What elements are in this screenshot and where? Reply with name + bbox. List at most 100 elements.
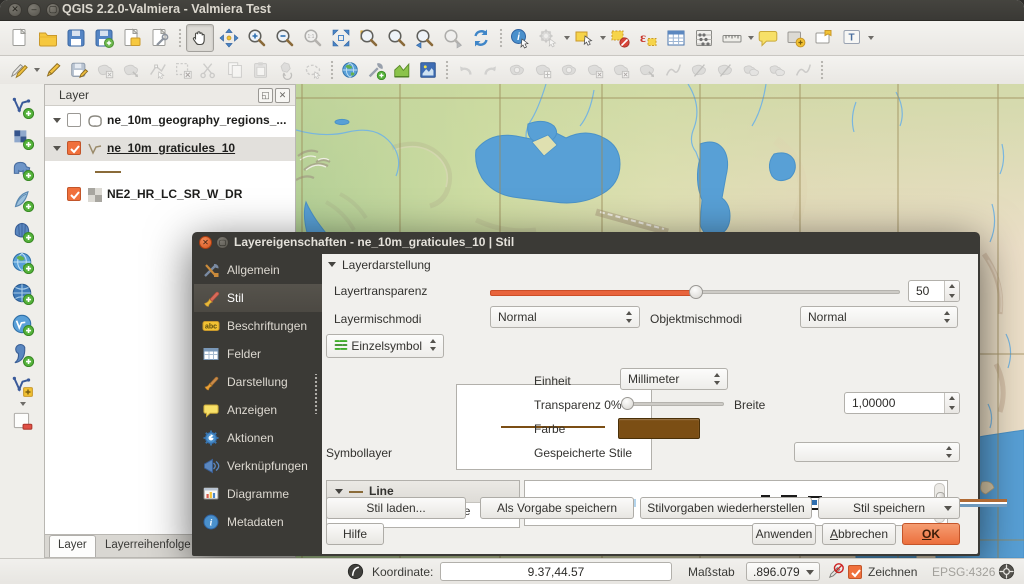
spin-buttons[interactable]	[944, 281, 959, 301]
dialog-tab-darstellung[interactable]: Darstellung	[194, 368, 322, 396]
dialog-tab-metadaten[interactable]: iMetadaten	[194, 508, 322, 536]
pan-to-selection-icon[interactable]	[216, 25, 242, 51]
dialog-tab-felder[interactable]: Felder	[194, 340, 322, 368]
layer-checkbox[interactable]	[67, 141, 81, 155]
collapse-arrow-icon[interactable]	[328, 262, 336, 267]
dialog-tab-diagramme[interactable]: Diagramme	[194, 480, 322, 508]
reshape-features-icon[interactable]	[635, 59, 659, 82]
dialog-titlebar[interactable]: ✕ ▢ Layereigenschaften - ne_10m_graticul…	[192, 232, 980, 254]
copy-features-icon[interactable]	[223, 59, 247, 82]
plugin-installer-icon[interactable]	[364, 59, 388, 82]
zoom-last-icon[interactable]	[412, 25, 438, 51]
composer-manager-icon[interactable]	[147, 25, 173, 51]
offset-curve-icon[interactable]	[661, 59, 685, 82]
new-project-icon[interactable]	[7, 25, 33, 51]
new-composer-icon[interactable]	[119, 25, 145, 51]
add-wms-layer-icon[interactable]	[7, 247, 37, 277]
select-features-icon[interactable]	[571, 25, 597, 51]
dialog-tab-verknpfungen[interactable]: Verknüpfungen	[194, 452, 322, 480]
layer-label[interactable]: ne_10m_geography_regions_...	[107, 113, 286, 127]
dropdown-arrow-icon[interactable]	[34, 68, 40, 72]
color-swatch-button[interactable]	[618, 418, 700, 439]
layer-label[interactable]: NE2_HR_LC_SR_W_DR	[107, 187, 242, 201]
profile-tool-icon[interactable]	[390, 59, 414, 82]
save-project-as-icon[interactable]	[91, 25, 117, 51]
raster-tools-icon[interactable]	[416, 59, 440, 82]
field-calculator-icon[interactable]	[691, 25, 717, 51]
dropdown-arrow-icon[interactable]	[564, 36, 570, 40]
rotate-point-symbols-icon[interactable]	[791, 59, 815, 82]
panel-close-icon[interactable]: ✕	[275, 88, 290, 103]
add-postgis-layer-icon[interactable]	[7, 154, 37, 184]
text-annotation-icon[interactable]: T	[839, 25, 865, 51]
map-tips-icon[interactable]	[755, 25, 781, 51]
renderer-type-combo[interactable]: Einzelsymbol	[326, 334, 444, 358]
move-feature-icon[interactable]	[119, 59, 143, 82]
cut-features-icon[interactable]	[197, 59, 221, 82]
layer-transparency-spinbox[interactable]: 50	[908, 280, 960, 302]
collapse-arrow-icon[interactable]	[335, 489, 343, 494]
add-vector-layer-icon[interactable]	[7, 92, 37, 122]
zoom-native-icon[interactable]: 1:1	[300, 25, 326, 51]
layer-checkbox[interactable]	[67, 187, 81, 201]
rotate-feature-icon[interactable]	[275, 59, 299, 82]
zoom-out-icon[interactable]	[272, 25, 298, 51]
show-bookmarks-icon[interactable]	[811, 25, 837, 51]
web-plugin-icon[interactable]	[338, 59, 362, 82]
open-project-icon[interactable]	[35, 25, 61, 51]
feature-blend-combo[interactable]: Normal	[800, 306, 958, 328]
refresh-map-icon[interactable]	[468, 25, 494, 51]
add-raster-layer-icon[interactable]	[7, 123, 37, 153]
add-mssql-layer-icon[interactable]	[7, 216, 37, 246]
layer-row-ne2-raster[interactable]: NE2_HR_LC_SR_W_DR	[45, 183, 295, 207]
merge-features-icon[interactable]	[739, 59, 763, 82]
dialog-close-icon[interactable]: ✕	[199, 236, 212, 249]
fill-ring-icon[interactable]	[557, 59, 581, 82]
zoom-in-icon[interactable]	[244, 25, 270, 51]
help-button[interactable]: Hilfe	[326, 523, 384, 545]
remove-layer-icon[interactable]	[7, 406, 37, 436]
zoom-to-layer-icon[interactable]	[384, 25, 410, 51]
add-ring-icon[interactable]	[505, 59, 529, 82]
window-close-icon[interactable]: ✕	[8, 3, 22, 17]
split-parts-icon[interactable]	[713, 59, 737, 82]
zoom-next-icon[interactable]	[440, 25, 466, 51]
map-extents-icon[interactable]	[346, 562, 365, 581]
render-checkbox[interactable]	[848, 565, 862, 579]
node-tool-icon[interactable]	[145, 59, 169, 82]
deselect-features-icon[interactable]	[607, 25, 633, 51]
select-by-expression-icon[interactable]: ε	[635, 25, 661, 51]
save-style-button[interactable]: Stil speichern	[818, 497, 960, 519]
dropdown-arrow-icon[interactable]	[868, 36, 874, 40]
tab-layer[interactable]: Layer	[49, 535, 96, 557]
dialog-tab-allgemein[interactable]: Allgemein	[194, 256, 322, 284]
redo-icon[interactable]	[479, 59, 503, 82]
layer-checkbox[interactable]	[67, 113, 81, 127]
add-spatialite-layer-icon[interactable]	[7, 185, 37, 215]
layer-label[interactable]: ne_10m_graticules_10	[107, 141, 235, 155]
save-as-default-button[interactable]: Als Vorgabe speichern	[480, 497, 634, 519]
open-attribute-table-icon[interactable]	[663, 25, 689, 51]
ok-button[interactable]: OK	[902, 523, 960, 545]
dialog-tab-aktionen[interactable]: Aktionen	[194, 424, 322, 452]
paste-features-icon[interactable]	[249, 59, 273, 82]
apply-button[interactable]: Anwenden	[752, 523, 816, 545]
new-bookmark-icon[interactable]	[783, 25, 809, 51]
save-layer-edits-icon[interactable]	[67, 59, 91, 82]
current-edits-icon[interactable]	[7, 59, 31, 82]
add-wcs-layer-icon[interactable]	[7, 278, 37, 308]
expander-icon[interactable]	[53, 118, 61, 123]
tab-layer-order[interactable]: Layerreihenfolge	[97, 536, 199, 556]
split-features-icon[interactable]	[687, 59, 711, 82]
stop-rendering-icon[interactable]	[826, 562, 845, 581]
add-feature-icon[interactable]	[93, 59, 117, 82]
toggle-editing-icon[interactable]	[41, 59, 65, 82]
delete-selected-icon[interactable]	[171, 59, 195, 82]
scale-combo[interactable]: .896.079	[746, 562, 820, 581]
merge-attributes-icon[interactable]	[765, 59, 789, 82]
layer-transparency-slider[interactable]	[490, 290, 900, 294]
cancel-button[interactable]: Abbrechen	[822, 523, 896, 545]
simplify-feature-icon[interactable]	[301, 59, 325, 82]
window-minimize-icon[interactable]: –	[27, 3, 41, 17]
load-style-button[interactable]: Stil laden...	[326, 497, 466, 519]
